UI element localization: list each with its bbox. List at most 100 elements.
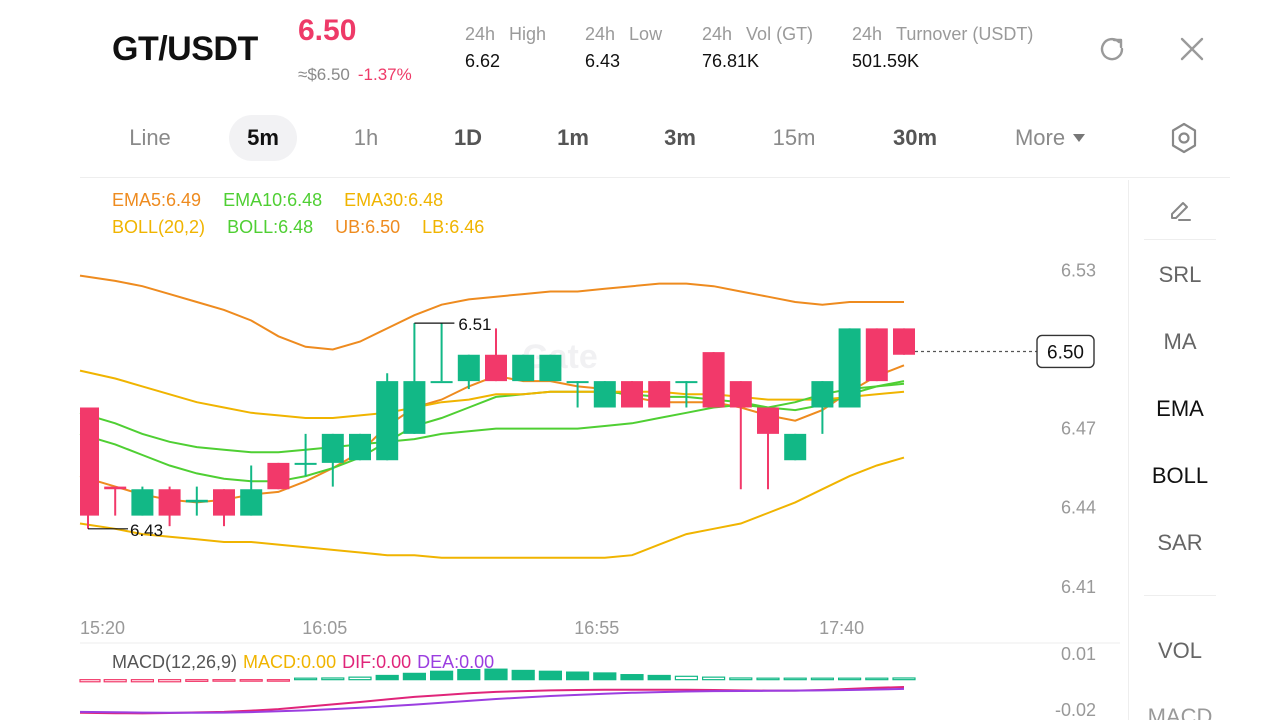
indicator-sar[interactable]: SAR (1130, 530, 1230, 556)
candle-body (321, 433, 344, 463)
candle-body (729, 381, 752, 408)
candle-body (566, 381, 589, 384)
interval-tabs: Line 5m 1h 1D 1m 3m 15m 30m More (0, 110, 1280, 166)
macd-histogram-bar (266, 679, 290, 682)
candle (865, 328, 888, 382)
price-change: -1.37% (357, 65, 412, 84)
macd-histogram-bar (837, 677, 862, 681)
candle (784, 433, 807, 461)
macd-params-label: MACD(12,26,9) (112, 652, 238, 672)
candle-body (648, 381, 671, 408)
candlestick-chart[interactable]: Gate6.536.476.446.4115:2016:0516:5517:40… (0, 178, 1128, 720)
candle (349, 433, 371, 461)
x-tick-label: 16:55 (574, 618, 619, 638)
tab-5m[interactable]: 5m (229, 115, 297, 161)
tab-30m[interactable]: 30m (877, 115, 953, 161)
candle-body (430, 381, 453, 384)
macd-histogram-bar (810, 677, 835, 681)
candle (80, 407, 99, 529)
candle-body (485, 354, 507, 382)
close-icon[interactable] (1177, 34, 1207, 64)
candle (403, 323, 426, 434)
indicator-ma[interactable]: MA (1130, 329, 1230, 355)
indicator-srl[interactable]: SRL (1130, 262, 1230, 288)
macd-histogram-bar (185, 679, 209, 682)
stat-24h-low: 24h Low 6.43 (585, 24, 663, 71)
candle (213, 489, 235, 527)
candle (485, 328, 507, 382)
tab-15m[interactable]: 15m (758, 115, 830, 161)
last-price: 6.50 (298, 14, 357, 47)
x-tick-label: 15:20 (80, 618, 125, 638)
candle (539, 354, 562, 382)
candle-body (621, 381, 643, 408)
macd-legend: MACD(12,26,9) MACD:0.00 DIF:0.00 DEA:0.00 (112, 652, 500, 673)
approx-usd: ≈$6.50 (298, 65, 350, 84)
y-tick-label: 6.47 (1061, 419, 1096, 439)
candle-body (104, 486, 127, 490)
tab-3m[interactable]: 3m (650, 115, 710, 161)
candle-body (158, 489, 181, 516)
macd-histogram-bar (130, 679, 154, 683)
indicator-vol[interactable]: VOL (1130, 638, 1230, 664)
macd-histogram-bar (538, 670, 563, 681)
line-ema5 (79, 364, 905, 504)
stat-24h-turnover: 24h Turnover (USDT) 501.59K (852, 24, 1034, 71)
macd-histogram-bar (620, 674, 644, 681)
candle (838, 328, 861, 408)
candle-body (865, 328, 888, 382)
line-lb (79, 456, 905, 559)
candle (321, 433, 344, 487)
candle (267, 462, 290, 490)
candle (811, 381, 834, 434)
macd-histogram-bar (593, 672, 617, 681)
draw-pencil-icon[interactable] (1166, 194, 1194, 222)
macd-histogram-bar (783, 677, 807, 681)
macd-value-label: MACD:0.00 (243, 652, 337, 672)
candle-body (376, 381, 399, 461)
caret-down-icon (1073, 134, 1086, 142)
candle-body (811, 381, 834, 408)
macd-histogram-bar (892, 677, 916, 681)
tab-1h[interactable]: 1h (336, 115, 396, 161)
tab-line[interactable]: Line (115, 115, 185, 161)
indicator-boll[interactable]: BOLL (1130, 463, 1230, 489)
refresh-icon[interactable] (1097, 34, 1127, 64)
indicator-ema[interactable]: EMA (1130, 396, 1230, 422)
line-ema10 (79, 380, 905, 483)
candle (240, 465, 263, 516)
candle-body (784, 433, 807, 461)
candle (512, 354, 535, 382)
macd-histogram-bar (565, 671, 590, 681)
candle-body (675, 381, 698, 384)
y-tick-label: 6.44 (1061, 498, 1096, 518)
candle (131, 486, 154, 516)
x-tick-label: 17:40 (819, 618, 864, 638)
stat-24h-high: 24h High 6.62 (465, 24, 547, 71)
settings-icon[interactable] (1167, 120, 1201, 156)
macd-histogram-bar (701, 676, 726, 681)
x-tick-label: 16:05 (302, 618, 347, 638)
candle-body (757, 407, 779, 434)
tab-1d[interactable]: 1D (440, 115, 496, 161)
candle (185, 486, 208, 516)
tab-1m[interactable]: 1m (543, 115, 603, 161)
macd-histogram-bar (865, 677, 889, 681)
macd-histogram-bar (511, 669, 535, 681)
candle (621, 381, 643, 408)
trading-pair[interactable]: GT/USDT (112, 30, 258, 69)
macd-histogram-bar (239, 679, 263, 682)
candle-body (240, 489, 263, 516)
macd-histogram-bar (375, 674, 399, 681)
macd-histogram-bar (103, 679, 127, 683)
candle (702, 352, 725, 408)
macd-histogram-bar (674, 675, 699, 681)
macd-histogram-bar (158, 679, 182, 683)
candle-body (349, 433, 371, 461)
y-tick-label: 6.53 (1061, 260, 1096, 280)
side-divider (1128, 180, 1129, 720)
line-ub (79, 274, 904, 351)
stat-24h-volume: 24h Vol (GT) 76.81K (702, 24, 814, 71)
tab-more[interactable]: More (1000, 115, 1100, 161)
indicator-macd[interactable]: MACD (1130, 704, 1230, 720)
